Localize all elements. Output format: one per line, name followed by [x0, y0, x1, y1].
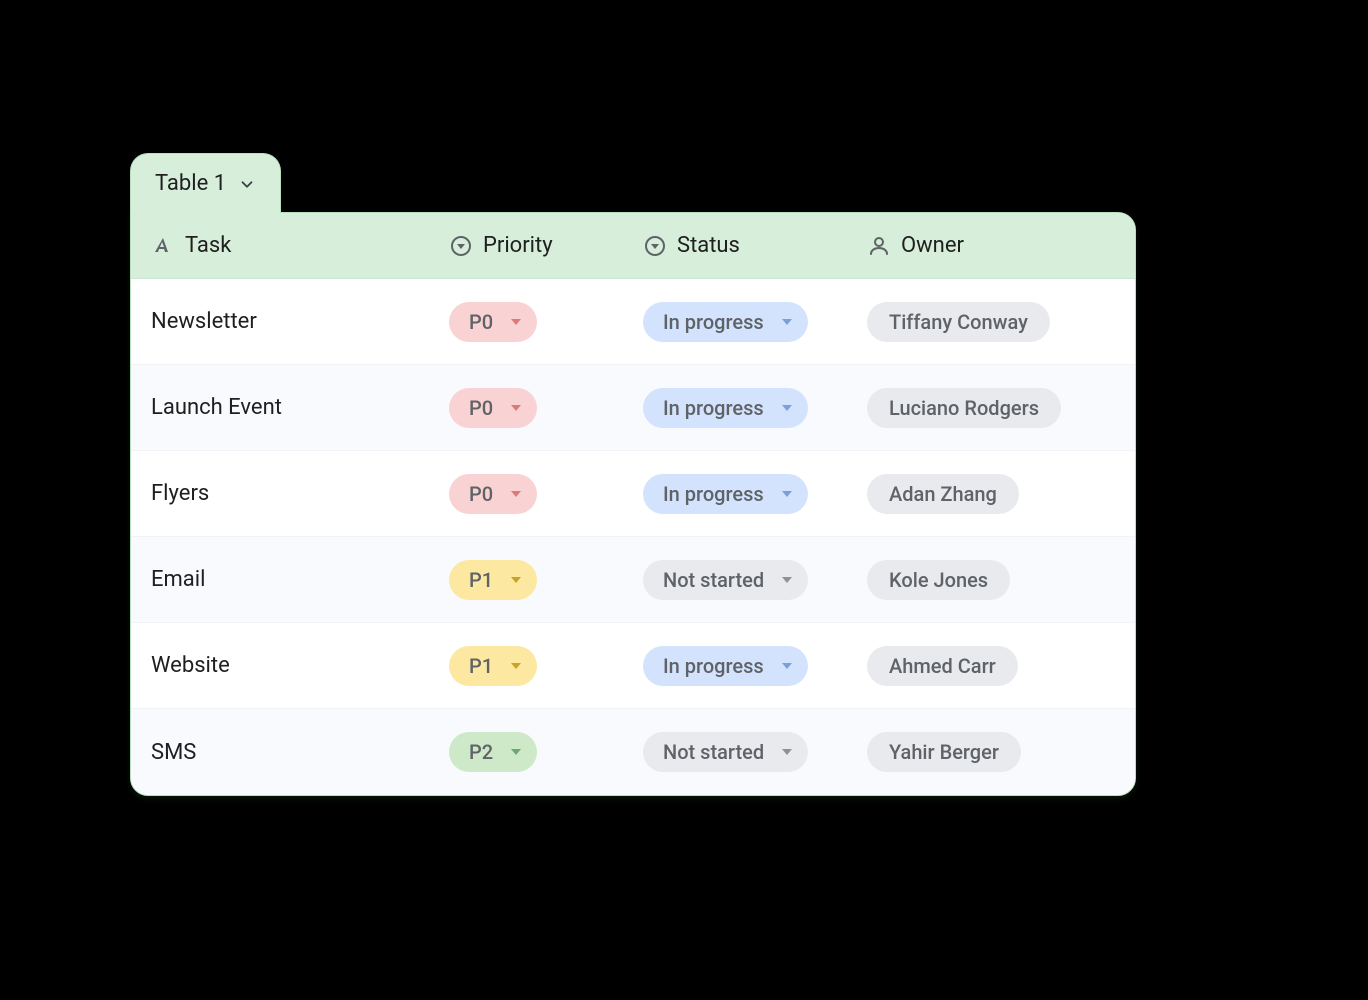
status-value: In progress [663, 312, 764, 332]
owner-value: Kole Jones [889, 570, 988, 590]
dropdown-triangle-icon [511, 661, 521, 671]
status-chip[interactable]: Not started [643, 732, 808, 772]
chevron-down-icon [238, 175, 256, 193]
priority-value: P0 [469, 312, 493, 332]
task-cell[interactable]: Email [151, 567, 205, 592]
task-cell[interactable]: Newsletter [151, 309, 257, 334]
table-header-row: Tt Task Priority [131, 213, 1135, 279]
priority-value: P0 [469, 484, 493, 504]
header-priority-label: Priority [483, 233, 553, 258]
priority-value: P2 [469, 742, 493, 762]
header-status-label: Status [677, 233, 740, 258]
priority-value: P1 [469, 656, 493, 676]
table-row: Newsletter P0 In progress Tiffany Conway [131, 279, 1135, 365]
table-tab[interactable]: Table 1 [130, 153, 281, 213]
data-table: Tt Task Priority [130, 212, 1136, 796]
task-cell[interactable]: Flyers [151, 481, 209, 506]
status-chip[interactable]: In progress [643, 388, 808, 428]
dropdown-triangle-icon [511, 575, 521, 585]
owner-chip[interactable]: Adan Zhang [867, 474, 1019, 514]
owner-value: Adan Zhang [889, 484, 997, 504]
dropdown-triangle-icon [782, 575, 792, 585]
status-chip[interactable]: Not started [643, 560, 808, 600]
status-chip[interactable]: In progress [643, 302, 808, 342]
owner-chip[interactable]: Tiffany Conway [867, 302, 1050, 342]
dropdown-triangle-icon [511, 317, 521, 327]
header-task-label: Task [185, 233, 231, 258]
owner-chip[interactable]: Yahir Berger [867, 732, 1021, 772]
text-format-icon: Tt [151, 234, 175, 258]
owner-value: Ahmed Carr [889, 656, 996, 676]
priority-chip[interactable]: P1 [449, 560, 537, 600]
status-chip[interactable]: In progress [643, 646, 808, 686]
status-value: In progress [663, 484, 764, 504]
person-icon [867, 234, 891, 258]
owner-value: Tiffany Conway [889, 312, 1028, 332]
priority-value: P1 [469, 570, 493, 590]
owner-value: Yahir Berger [889, 742, 999, 762]
task-cell[interactable]: Website [151, 653, 230, 678]
task-cell[interactable]: SMS [151, 740, 196, 765]
dropdown-triangle-icon [782, 747, 792, 757]
owner-value: Luciano Rodgers [889, 398, 1039, 418]
owner-chip[interactable]: Luciano Rodgers [867, 388, 1061, 428]
dropdown-triangle-icon [511, 403, 521, 413]
status-value: In progress [663, 398, 764, 418]
status-value: Not started [663, 742, 764, 762]
priority-chip[interactable]: P2 [449, 732, 537, 772]
table-tab-label: Table 1 [155, 171, 226, 196]
header-status[interactable]: Status [623, 233, 847, 258]
task-cell[interactable]: Launch Event [151, 395, 282, 420]
circle-dropdown-icon [643, 234, 667, 258]
table-row: Website P1 In progress Ahmed Carr [131, 623, 1135, 709]
dropdown-triangle-icon [511, 747, 521, 757]
priority-value: P0 [469, 398, 493, 418]
owner-chip[interactable]: Ahmed Carr [867, 646, 1018, 686]
dropdown-triangle-icon [511, 489, 521, 499]
circle-dropdown-icon [449, 234, 473, 258]
header-owner-label: Owner [901, 233, 964, 258]
dropdown-triangle-icon [782, 489, 792, 499]
priority-chip[interactable]: P0 [449, 388, 537, 428]
status-chip[interactable]: In progress [643, 474, 808, 514]
table-row: Flyers P0 In progress Adan Zhang [131, 451, 1135, 537]
dropdown-triangle-icon [782, 403, 792, 413]
status-value: In progress [663, 656, 764, 676]
priority-chip[interactable]: P1 [449, 646, 537, 686]
dropdown-triangle-icon [782, 317, 792, 327]
table-row: Launch Event P0 In progress Luciano Rodg… [131, 365, 1135, 451]
header-owner[interactable]: Owner [847, 233, 1135, 258]
owner-chip[interactable]: Kole Jones [867, 560, 1010, 600]
priority-chip[interactable]: P0 [449, 474, 537, 514]
header-task[interactable]: Tt Task [131, 233, 429, 258]
dropdown-triangle-icon [782, 661, 792, 671]
priority-chip[interactable]: P0 [449, 302, 537, 342]
table-row: Email P1 Not started Kole Jones [131, 537, 1135, 623]
status-value: Not started [663, 570, 764, 590]
header-priority[interactable]: Priority [429, 233, 623, 258]
table-row: SMS P2 Not started Yahir Berger [131, 709, 1135, 795]
